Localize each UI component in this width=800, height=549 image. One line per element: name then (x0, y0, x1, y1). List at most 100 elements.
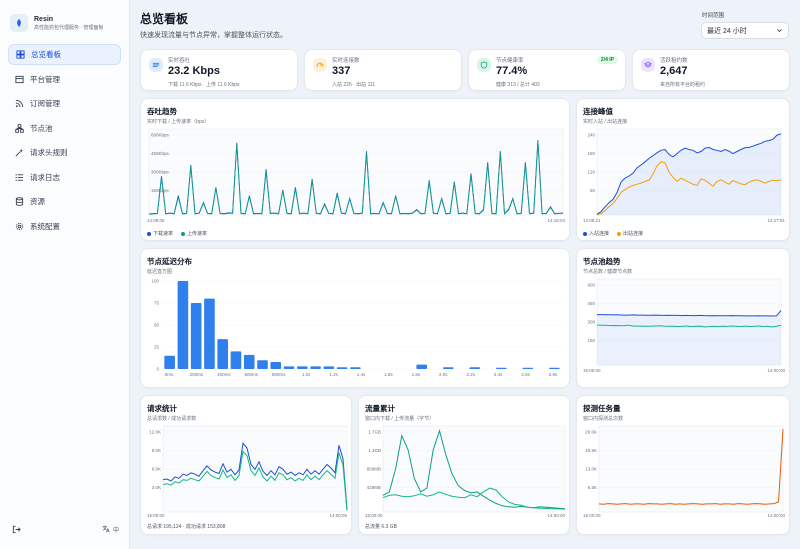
node-pool-card: 节点池趋势 节点总数 / 健康节点数 600 450 300 150 15:00:00 1… (576, 248, 790, 388)
x-tick-label: 1.6s (384, 372, 393, 377)
x-tick-label: 600ms (245, 372, 259, 377)
histogram-bar (495, 367, 507, 369)
x-tick-label: 14:08:21 (583, 218, 601, 223)
requests-chart: 12.0K 9.0K 6.0K 3.0K 15:00:00 14:00:00 (147, 425, 348, 518)
time-range-value: 最近 24 小时 (707, 27, 747, 35)
page-title: 总览看板 (140, 12, 189, 26)
legend-label: 上传速率 (187, 231, 208, 237)
plot-area (148, 128, 564, 216)
histogram-bar (549, 367, 560, 369)
latency-card: 节点延迟分布 延迟直方图 100 75 50 25 0 0ms 200ms 400ms 600m… (140, 248, 570, 388)
stat-value: 337 (332, 65, 351, 77)
histogram-bar (217, 339, 229, 369)
histogram-bar (522, 367, 534, 369)
logo-icon (10, 14, 28, 32)
histogram-bar (230, 351, 242, 369)
latency-chart: 100 75 50 25 0 0ms 200ms 400ms 600ms 800ms 1.0s 1.2… (151, 279, 561, 377)
x-tick-label: 400ms (217, 372, 231, 377)
sidebar-item-label: 系统配置 (30, 221, 60, 231)
y-tick-label: 12.0K (149, 430, 161, 435)
stat-value: 2,647 (660, 65, 688, 77)
x-tick-label: 200ms (190, 372, 204, 377)
connections-card: 连接峰值 实时入站 / 出站连接 240 180 120 60 14:08:21 14:1… (576, 98, 790, 241)
x-tick-label: 1.4s (357, 372, 366, 377)
legend-label: 下载速率 (153, 231, 174, 237)
stat-card-health: 节点健康率 2/4 IP 77.4% 健康 313 / 总计 403 (468, 49, 626, 91)
sidebar-item-settings[interactable]: 系统配置 (8, 216, 121, 237)
stat-card-throughput: 实时吞吐 23.2 Kbps 下载 11.6 Kbps · 上传 11.6 Kb… (140, 49, 298, 91)
stat-value: 23.2 Kbps (168, 65, 220, 77)
x-tick-label: 2.2s (466, 372, 475, 377)
probe-chart: 26.0K 19.5K 13.0K 6.5K 15:00:00 14:00:00 (583, 425, 785, 518)
status-badge: 2/4 IP (596, 56, 618, 64)
sidebar-item-platforms[interactable]: 平台管理 (8, 69, 121, 90)
histogram-bar (469, 367, 481, 369)
throughput-chart: 600Kbps450Kbps300Kbps150Kbps14:08:06 14:1… (147, 128, 565, 223)
time-range-select[interactable]: 最近 24 小时 (701, 22, 789, 39)
shield-icon (477, 58, 491, 72)
chart-legend: 入站连接 出站连接 (583, 230, 643, 237)
y-tick-label: 6.0K (152, 467, 161, 472)
logout-icon[interactable] (10, 523, 22, 535)
y-tick-label: 450 (587, 301, 595, 306)
nodes-icon (14, 123, 24, 133)
stat-value: 77.4% (496, 65, 528, 77)
card-footer: 总请求 195,124 · 成功请求 153,808 (147, 524, 226, 530)
language-switch[interactable]: 中 (102, 525, 119, 534)
stat-sub: 下载 11.6 Kbps · 上传 11.6 Kbps (168, 82, 240, 88)
plot-area (382, 425, 566, 513)
sidebar-item-header-rules[interactable]: 请求头规则 (8, 142, 121, 163)
layers-icon (641, 58, 655, 72)
legend-item: 下载速率 (147, 230, 173, 237)
histogram-bar (350, 367, 361, 369)
x-tick-label: 15:00:00 (147, 513, 165, 518)
y-tick-label: 300 (587, 320, 595, 325)
histogram-bar (296, 366, 308, 369)
brand: Resin 高性能抓包代理服务 · 管理面板 (0, 0, 129, 44)
y-tick-label: 1.3GB (368, 448, 381, 453)
stat-sub: 入站 226 · 出站 111 (332, 82, 376, 88)
dashboard-icon (15, 50, 25, 60)
x-tick-label: 14:17:51 (767, 218, 785, 223)
stat-sub: 健康 313 / 总计 403 (496, 82, 540, 88)
x-tick-label: 2.0s (439, 372, 448, 377)
stat-label: 活跃租约数 (660, 58, 688, 64)
gear-icon (14, 221, 24, 231)
main-content: 总览看板 快速发现流量与节点异常，掌握整体运行状态。 时间范围 最近 24 小时… (140, 0, 792, 549)
sidebar-item-label: 请求日志 (30, 172, 60, 182)
legend-item: 上传速率 (181, 230, 207, 237)
legend-label: 入站连接 (589, 231, 610, 237)
y-tick-label: 600Kbps (151, 133, 170, 138)
histogram-bar (283, 366, 295, 369)
throughput-card: 吞吐趋势 实时下载 / 上传速率（bps） 600Kbps 450Kbps 300K… (140, 98, 570, 241)
x-tick-label: 14:00:00 (767, 368, 785, 373)
sidebar-item-label: 请求头规则 (30, 148, 68, 157)
histogram-bar (257, 360, 268, 369)
series-area (597, 310, 781, 365)
time-range-label: 时间范围 (702, 13, 725, 19)
sidebar-item-resources[interactable]: 资源 (8, 191, 121, 212)
x-tick-label: 14:08:06 (147, 218, 165, 223)
x-tick-label: 2.6s (521, 372, 530, 377)
x-tick-label: 2.4s (494, 372, 503, 377)
sidebar-item-request-logs[interactable]: 请求日志 (8, 167, 121, 188)
sidebar-item-node-pool[interactable]: 节点池 (8, 118, 121, 139)
y-tick-label: 240 (587, 133, 595, 138)
sidebar-item-dashboard[interactable]: 总览看板 (8, 44, 121, 65)
card-footer: 总流量 6.3 GB (365, 524, 397, 530)
legend-label: 出站连接 (623, 231, 644, 237)
histogram-bar (204, 298, 215, 369)
y-tick-label: 25 (154, 345, 160, 350)
histogram-bar (270, 361, 282, 369)
y-tick-label: 9.0K (152, 448, 161, 453)
x-tick-label: 15:00:00 (365, 513, 383, 518)
y-tick-label: 13.0K (585, 467, 597, 472)
y-tick-label: 60 (590, 188, 596, 193)
page-subtitle: 快速发现流量与节点异常，掌握整体运行状态。 (140, 32, 287, 39)
x-tick-label: 1.8s (412, 372, 421, 377)
y-tick-label: 3.0K (152, 485, 161, 490)
list-icon (14, 172, 24, 182)
sidebar-item-subscriptions[interactable]: 订阅管理 (8, 93, 121, 114)
rss-icon (14, 99, 24, 109)
x-tick-label: 800ms (272, 372, 286, 377)
